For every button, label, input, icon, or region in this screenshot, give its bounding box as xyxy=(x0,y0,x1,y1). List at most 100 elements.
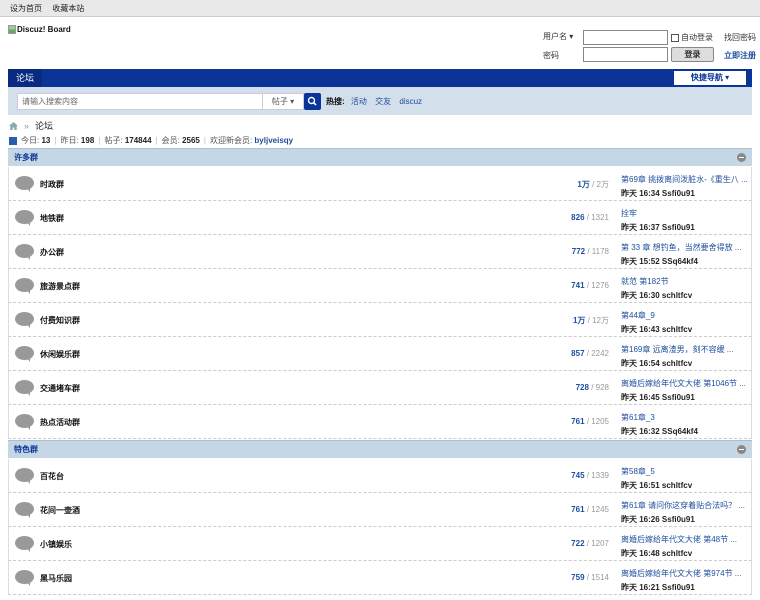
forum-bubble-icon xyxy=(15,502,34,518)
rss-icon[interactable] xyxy=(9,136,17,145)
forum-counts: 741 / 1276 xyxy=(571,281,609,290)
post-count: 1514 xyxy=(591,573,609,582)
last-post-link[interactable]: 第69章 挑拨离间泼脏水-《重生八 ... xyxy=(621,174,748,185)
last-post-link[interactable]: 第 33 章 想钓鱼，当然要舍得放 ... xyxy=(621,242,741,253)
last-post-meta: 昨天 16:34 Ssfi0u91 xyxy=(621,189,695,198)
last-post: 离婚后嫁给年代文大佬 第48节 ... 昨天 16:48 schltfcv xyxy=(621,534,737,559)
forum-name[interactable]: 地铁群 xyxy=(40,213,64,224)
register-link[interactable]: 立即注册 xyxy=(724,50,756,61)
thread-count: 759 xyxy=(571,573,585,582)
forum-stats: 今日: 13 | 昨日: 198 | 帖子: 174844 | 会员: 2565 | 欢… xyxy=(9,135,293,146)
last-post-meta: 昨天 16:45 Ssfi0u91 xyxy=(621,393,695,402)
forum-name[interactable]: 黑马乐园 xyxy=(40,573,72,584)
auto-login-checkbox[interactable]: 自动登录 xyxy=(671,32,713,43)
forum-row: 花间一壶酒 761 / 1245 第61章 请问你这穿着贴合法吗？ ... 昨天 … xyxy=(8,493,752,527)
collapse-icon[interactable] xyxy=(737,445,746,454)
last-post-link[interactable]: 第61章 请问你这穿着贴合法吗？ ... xyxy=(621,500,745,511)
quick-nav-button[interactable]: 快捷导航 ▾ xyxy=(674,71,746,85)
post-count: 1321 xyxy=(591,213,609,222)
forum-bubble-icon xyxy=(15,244,34,260)
thread-count: 741 xyxy=(571,281,585,290)
last-post-meta: 昨天 16:26 Ssfi0u91 xyxy=(621,515,695,524)
forum-row: 时政群 1万 / 2万 第69章 挑拨离间泼脏水-《重生八 ... 昨天 16:3… xyxy=(8,167,752,201)
forum-row: 小镇娱乐 722 / 1207 离婚后嫁给年代文大佬 第48节 ... 昨天 16… xyxy=(8,527,752,561)
forum-name[interactable]: 百花台 xyxy=(40,471,64,482)
category-title[interactable]: 特色群 xyxy=(14,445,38,454)
forum-row: 热点活动群 761 / 1205 第61章_3 昨天 16:32 SSq64kf4 xyxy=(8,405,752,439)
hot-link[interactable]: 活动 xyxy=(351,97,367,106)
category-title[interactable]: 许多群 xyxy=(14,153,38,162)
forum-name[interactable]: 旅游景点群 xyxy=(40,281,80,292)
today-label: 今日: xyxy=(21,136,40,145)
forum-name[interactable]: 小镇娱乐 xyxy=(40,539,72,550)
last-post: 第61章_3 昨天 16:32 SSq64kf4 xyxy=(621,412,698,437)
forum-name[interactable]: 时政群 xyxy=(40,179,64,190)
site-logo[interactable]: Discuz! Board xyxy=(8,25,71,34)
breadcrumb-current[interactable]: 论坛 xyxy=(35,119,53,132)
last-post-link[interactable]: 离婚后嫁给年代文大佬 第974节 ... xyxy=(621,568,741,579)
thread-count: 722 xyxy=(571,539,585,548)
thread-count: 728 xyxy=(575,383,589,392)
forum-name[interactable]: 办公群 xyxy=(40,247,64,258)
last-post-link[interactable]: 离婚后嫁给年代文大佬 第1046节 ... xyxy=(621,378,746,389)
last-post-meta: 昨天 16:48 schltfcv xyxy=(621,549,693,558)
forum-bubble-icon xyxy=(15,346,34,362)
welcome-label: 欢迎新会员: xyxy=(209,136,253,145)
bookmark-link[interactable]: 收藏本站 xyxy=(52,4,84,13)
thread-count: 745 xyxy=(571,471,585,480)
thread-count: 857 xyxy=(571,349,585,358)
last-post: 就范 第182节 昨天 16:30 schltfcv xyxy=(621,276,692,301)
last-post-link[interactable]: 第44章_9 xyxy=(621,310,692,321)
hot-link[interactable]: discuz xyxy=(399,97,422,106)
last-post: 第169章 远离渣男，刻不容缓 ... 昨天 16:54 schltfcv xyxy=(621,344,733,369)
home-icon[interactable] xyxy=(9,121,18,130)
username-input[interactable] xyxy=(583,30,668,45)
password-input[interactable] xyxy=(583,47,668,62)
last-post-meta: 昨天 16:54 schltfcv xyxy=(621,359,693,368)
search-icon xyxy=(307,96,317,106)
last-post: 离婚后嫁给年代文大佬 第974节 ... 昨天 16:21 Ssfi0u91 xyxy=(621,568,741,593)
forgot-password-link[interactable]: 找回密码 xyxy=(724,32,756,43)
nav-tab-forum[interactable]: 论坛 xyxy=(8,69,42,87)
category-header[interactable]: 特色群 xyxy=(8,440,752,458)
last-post: 第69章 挑拨离间泼脏水-《重生八 ... 昨天 16:34 Ssfi0u91 xyxy=(621,174,748,199)
thread-count: 1万 xyxy=(577,180,590,189)
search-input[interactable]: 请输入搜索内容 xyxy=(17,93,270,110)
new-member-link[interactable]: byljveisqy xyxy=(254,136,293,145)
forum-bubble-icon xyxy=(15,380,34,396)
last-post-meta: 昨天 15:52 SSq64kf4 xyxy=(621,257,698,266)
forum-row: 付费知识群 1万 / 12万 第44章_9 昨天 16:43 schltfcv xyxy=(8,303,752,337)
category-header[interactable]: 许多群 xyxy=(8,148,752,166)
search-type-select[interactable]: 帖子 ▾ xyxy=(262,93,304,110)
username-label[interactable]: 用户名 ▾ xyxy=(543,31,573,42)
last-post-link[interactable]: 拴牢 xyxy=(621,208,695,219)
forum-name[interactable]: 花间一壶酒 xyxy=(40,505,80,516)
post-count: 928 xyxy=(595,383,609,392)
collapse-icon[interactable] xyxy=(737,153,746,162)
thread-count: 772 xyxy=(571,247,586,256)
forum-counts: 761 / 1245 xyxy=(571,505,609,514)
forum-name[interactable]: 热点活动群 xyxy=(40,417,80,428)
forum-name[interactable]: 交通堵车群 xyxy=(40,383,80,394)
last-post-meta: 昨天 16:30 schltfcv xyxy=(621,291,693,300)
login-button[interactable]: 登录 xyxy=(671,47,714,62)
post-count: 1276 xyxy=(591,281,609,290)
last-post-link[interactable]: 第58章_5 xyxy=(621,466,692,477)
last-post-link[interactable]: 离婚后嫁给年代文大佬 第48节 ... xyxy=(621,534,737,545)
today-count: 13 xyxy=(41,136,51,145)
last-post-link[interactable]: 就范 第182节 xyxy=(621,276,692,287)
forum-name[interactable]: 付费知识群 xyxy=(40,315,80,326)
thread-count: 761 xyxy=(571,417,585,426)
forum-counts: 772 / 1178 xyxy=(571,247,609,256)
last-post-meta: 昨天 16:32 SSq64kf4 xyxy=(621,427,698,436)
forum-name[interactable]: 休闲娱乐群 xyxy=(40,349,80,360)
last-post: 第58章_5 昨天 16:51 schltfcv xyxy=(621,466,692,491)
search-button[interactable] xyxy=(304,93,321,110)
yesterday-count: 198 xyxy=(80,136,95,145)
last-post-link[interactable]: 第61章_3 xyxy=(621,412,698,423)
post-count: 1178 xyxy=(591,247,609,256)
forum-counts: 761 / 1205 xyxy=(571,417,609,426)
set-home-link[interactable]: 设为首页 xyxy=(10,4,42,13)
last-post-link[interactable]: 第169章 远离渣男，刻不容缓 ... xyxy=(621,344,733,355)
hot-link[interactable]: 交友 xyxy=(375,97,391,106)
